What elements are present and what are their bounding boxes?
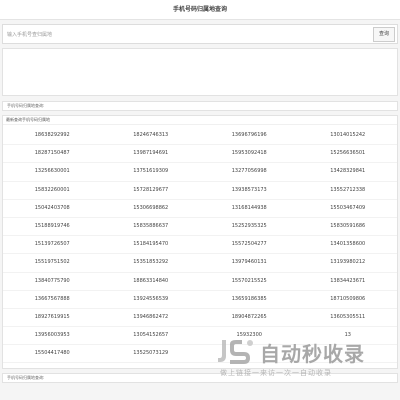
phone-number-cell[interactable]: 13924556539 — [102, 291, 201, 308]
result-area — [2, 48, 398, 96]
phone-number-cell[interactable]: 15252935325 — [200, 218, 299, 235]
search-button[interactable]: 查询 — [373, 27, 395, 42]
watermark-main-text: 自动秒收录 — [260, 342, 365, 366]
phone-number-cell[interactable]: 13605305511 — [299, 309, 398, 326]
phone-number-cell[interactable]: 15728129677 — [102, 182, 201, 199]
recent-queries-panel: 最新查询手机号码归属地 18638292992 18246746313 136967… — [2, 115, 398, 369]
phone-number-cell[interactable]: 15570215525 — [200, 273, 299, 290]
phone-number-cell[interactable]: 15835886637 — [102, 218, 201, 235]
table-row: 18927619915 13946862472 18904872265 1360530… — [3, 309, 398, 328]
phone-number-cell[interactable]: 15832260001 — [3, 182, 102, 199]
page-title: 手机号码归属地查询 — [0, 0, 400, 20]
phone-number-cell[interactable]: 18927619915 — [3, 309, 102, 326]
phone-number-cell[interactable]: 13168144938 — [200, 200, 299, 217]
phone-number-cell[interactable]: 13014015242 — [299, 127, 398, 144]
phone-number-cell[interactable]: 13401358600 — [299, 236, 398, 253]
table-row: 18638292992 18246746313 13696796196 1301401… — [3, 127, 398, 146]
table-row: 15832260001 15728129677 13938573173 1355271… — [3, 182, 397, 200]
phone-number-cell[interactable]: 13834423671 — [299, 273, 398, 290]
table-row: 13667567888 13924556539 13659186385 1871050… — [3, 291, 397, 309]
phone-number-cell[interactable]: 13987194691 — [102, 145, 201, 162]
table-row: 15519751502 15351853292 13979460131 1319398… — [3, 254, 398, 273]
phone-number-cell[interactable]: 13552712338 — [299, 182, 398, 199]
phone-number-cell[interactable]: 13956003953 — [3, 327, 102, 344]
phone-number-cell[interactable]: 13946862472 — [102, 309, 201, 326]
phone-number-cell[interactable]: 13659186385 — [200, 291, 299, 308]
phone-number-cell[interactable]: 15830591686 — [299, 218, 398, 235]
table-row: 15188919746 15835886637 15252935325 1583059… — [3, 218, 398, 237]
phone-number-cell[interactable]: 15519751502 — [3, 254, 102, 271]
phone-number-grid: 18638292992 18246746313 13696796196 1301401… — [3, 127, 398, 364]
table-row: 13256630001 13751619309 13277056998 1342832… — [3, 163, 398, 182]
phone-number-cell[interactable]: 13256630001 — [3, 163, 102, 180]
table-row: 18287150487 13987194691 15953092418 1525663… — [3, 145, 398, 164]
search-bar: 查询 — [2, 24, 398, 44]
phone-number-cell[interactable]: 13667567888 — [3, 291, 102, 308]
query-info-label-top: 手机号码归属地查询: — [2, 101, 398, 111]
phone-number-cell[interactable]: 15306698862 — [102, 200, 201, 217]
phone-number-cell[interactable]: 18863314840 — [102, 273, 201, 290]
phone-number-cell[interactable]: 13525073129 — [102, 345, 201, 362]
phone-number-cell[interactable]: 13277056998 — [200, 163, 299, 180]
phone-number-cell[interactable]: 18246746313 — [102, 127, 201, 144]
phone-number-cell[interactable]: 13054152657 — [102, 327, 201, 344]
phone-number-cell[interactable]: 15953092418 — [200, 145, 299, 162]
table-row: 15042403708 15306698862 13168144938 1550346… — [3, 200, 397, 218]
phone-number-cell[interactable]: 15351853292 — [102, 254, 201, 271]
watermark-sub-text: 做上链接一来访一次一自动收录 — [220, 369, 332, 377]
watermark-logo-icon — [218, 340, 253, 364]
phone-number-cell[interactable]: 18710509806 — [299, 291, 398, 308]
phone-number-cell[interactable]: 18287150487 — [3, 145, 102, 162]
phone-number-cell[interactable]: 15184195470 — [102, 236, 201, 253]
search-input[interactable] — [7, 29, 367, 40]
phone-number-cell[interactable]: 15503467409 — [299, 200, 398, 217]
phone-number-cell[interactable]: 13979460131 — [200, 254, 299, 271]
phone-number-cell[interactable]: 18904872265 — [200, 309, 299, 326]
table-row: 13840775790 18863314840 15570215525 1383442… — [3, 273, 397, 291]
phone-number-cell[interactable]: 13428329841 — [299, 163, 398, 180]
recent-queries-title: 最新查询手机号码归属地 — [3, 116, 397, 125]
phone-number-cell[interactable]: 13751619309 — [102, 163, 201, 180]
phone-number-cell[interactable]: 13696796196 — [200, 127, 299, 144]
phone-number-cell[interactable]: 15504417480 — [3, 345, 102, 362]
phone-number-cell[interactable]: 15188919746 — [3, 218, 102, 235]
phone-number-cell[interactable]: 15572504277 — [200, 236, 299, 253]
phone-number-cell[interactable]: 15042403708 — [3, 200, 102, 217]
table-row: 15139726507 15184195470 15572504277 1340135… — [3, 236, 398, 255]
phone-number-cell[interactable]: 15139726507 — [3, 236, 102, 253]
phone-number-cell[interactable]: 18638292992 — [3, 127, 102, 144]
phone-number-cell[interactable]: 15256636501 — [299, 145, 398, 162]
watermark: 自动秒收录 做上链接一来访一次一自动收录 — [216, 336, 386, 382]
phone-number-cell[interactable]: 13938573173 — [200, 182, 299, 199]
phone-number-cell[interactable]: 13840775790 — [3, 273, 102, 290]
phone-number-cell[interactable]: 13193980212 — [299, 254, 398, 271]
